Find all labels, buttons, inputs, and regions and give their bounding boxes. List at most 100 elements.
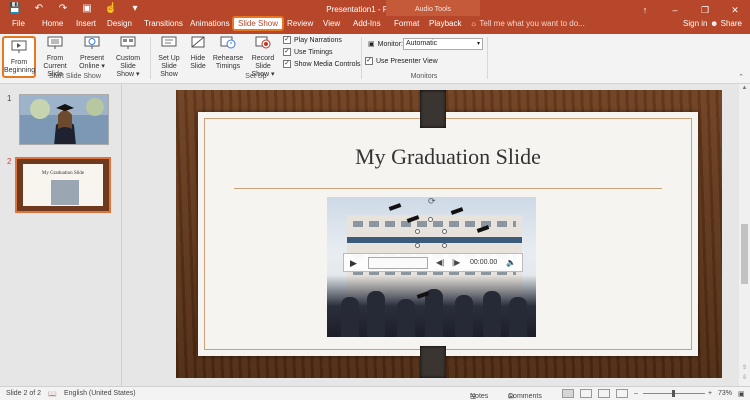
monitor-dropdown[interactable]: Automatic ▾ [403, 38, 483, 50]
present-online-button[interactable]: Present Online ▾ [76, 36, 108, 71]
tell-me-box[interactable]: ☼ Tell me what you want to do... [470, 19, 585, 28]
zoom-level[interactable]: 73% [718, 390, 732, 397]
rotate-handle-icon[interactable]: ⟳ [428, 197, 436, 207]
share-button[interactable]: ☻ Share [710, 19, 742, 28]
slide-sorter-view-button[interactable] [580, 389, 592, 398]
tab-animations[interactable]: Animations [190, 19, 230, 28]
hide-slide-icon [191, 36, 205, 48]
paper-clip-top [420, 90, 446, 128]
tab-view[interactable]: View [323, 19, 340, 28]
graduate-figure [397, 299, 415, 337]
thumbnail-photo [51, 180, 79, 205]
tab-format[interactable]: Format [394, 19, 419, 28]
ribbon: From Beginning From Current Slide Presen… [0, 34, 750, 84]
graduate-figure [341, 297, 359, 337]
graduate-figure [509, 297, 527, 337]
tab-review[interactable]: Review [287, 19, 313, 28]
slide-count: Slide 2 of 2 [6, 390, 42, 397]
present-online-icon [84, 36, 100, 49]
user-icon: ☻ [710, 19, 721, 28]
ribbon-tabs: File Home Insert Design Transitions Anim… [0, 16, 750, 34]
rehearse-timings-button[interactable]: Rehearse Timings [212, 36, 244, 71]
resize-handle[interactable] [442, 229, 447, 234]
hide-slide-button[interactable]: Hide Slide [187, 36, 209, 71]
graduate-figure [483, 291, 501, 337]
graduation-photo[interactable]: ⟳ ▶ ◀| |▶ 00:00.00 🔈 [327, 197, 536, 337]
resize-handle[interactable] [442, 243, 447, 248]
resize-handle[interactable] [415, 229, 420, 234]
tab-transitions[interactable]: Transitions [144, 19, 183, 28]
collapse-ribbon-icon[interactable]: ⌃ [738, 73, 744, 81]
status-bar: Slide 2 of 2 📖 English (United States) ☰… [0, 386, 750, 400]
title-divider [234, 188, 662, 189]
thumbnail-title: My Graduation Slide [41, 171, 85, 176]
group-label-set-up: Set Up [245, 73, 267, 80]
group-label-start-slide-show: Start Slide Show [49, 73, 101, 80]
slide-thumbnail-2[interactable]: My Graduation Slide [15, 157, 111, 213]
graduate-figure [455, 295, 473, 337]
tab-slide-show[interactable]: Slide Show [232, 16, 285, 31]
lightbulb-icon: ☼ [470, 19, 480, 28]
zoom-slider-thumb[interactable] [672, 390, 675, 397]
reading-view-button[interactable] [598, 389, 610, 398]
paper-clip-bottom [420, 346, 446, 378]
tab-add-ins[interactable]: Add-Ins [353, 19, 381, 28]
use-presenter-view-checkbox[interactable]: ✓ Use Presenter View [365, 57, 438, 65]
graduate-photo-thumbnail [20, 95, 108, 144]
fit-slide-icon[interactable]: ▣ [738, 390, 745, 398]
language-indicator[interactable]: English (United States) [64, 390, 136, 397]
resize-handle[interactable] [415, 243, 420, 248]
slide-title[interactable]: My Graduation Slide [198, 144, 698, 170]
use-timings-checkbox[interactable]: ✓ Use Timings [283, 48, 333, 56]
zoom-out-icon[interactable]: – [634, 390, 638, 397]
audio-progress-bar[interactable] [368, 257, 428, 269]
from-beginning-button[interactable]: From Beginning [2, 36, 36, 78]
volume-icon[interactable]: 🔈 [506, 258, 516, 267]
audio-time: 00:00.00 [470, 259, 498, 266]
thumbnail-paper: My Graduation Slide [23, 164, 103, 206]
zoom-in-icon[interactable]: + [708, 390, 712, 397]
thumbnail-number: 1 [7, 94, 12, 103]
chevron-down-icon: ▾ [476, 41, 480, 47]
tab-insert[interactable]: Insert [76, 19, 96, 28]
scrollbar-thumb[interactable] [741, 224, 748, 284]
building-windows [353, 221, 516, 227]
checkbox-checked-icon: ✓ [283, 36, 291, 44]
skip-forward-icon[interactable]: |▶ [452, 258, 460, 267]
slide-thumbnail-pane: 1 2 My Graduation Slide [0, 84, 122, 386]
tab-file[interactable]: File [12, 19, 25, 28]
slide-thumbnail-1[interactable] [19, 94, 109, 145]
group-label-monitors: Monitors [410, 73, 438, 80]
graduate-figure [425, 289, 443, 337]
spellcheck-icon[interactable]: 📖 [48, 390, 57, 398]
tab-home[interactable]: Home [42, 19, 63, 28]
resize-handle[interactable] [428, 217, 433, 222]
prev-slide-icon[interactable]: ⇧ [739, 364, 750, 371]
monitor-icon: ▣ [368, 41, 375, 48]
sign-in-link[interactable]: Sign in [683, 19, 707, 28]
checkbox-checked-icon: ✓ [283, 60, 291, 68]
record-icon [255, 36, 271, 49]
play-narrations-checkbox[interactable]: ✓ Play Narrations [283, 36, 342, 44]
slideshow-play-icon [11, 40, 27, 53]
tab-playback[interactable]: Playback [429, 19, 461, 28]
monitor-label: ▣ Monitor: [368, 40, 403, 49]
graduate-figure [367, 291, 385, 337]
slideshow-current-icon [47, 36, 63, 49]
skip-back-icon[interactable]: ◀| [436, 258, 444, 267]
slide-paper: My Graduation Slide ⟳ ▶ ◀| |▶ 00:00.00 🔈 [198, 112, 698, 356]
stopwatch-icon [220, 36, 236, 49]
tab-design[interactable]: Design [107, 19, 132, 28]
custom-show-icon [120, 36, 136, 49]
current-slide[interactable]: My Graduation Slide ⟳ ▶ ◀| |▶ 00:00.00 🔈 [176, 90, 722, 378]
vertical-scrollbar[interactable]: ▲ ⇧ ⇩ [739, 84, 750, 386]
play-icon[interactable]: ▶ [350, 258, 357, 269]
audio-player-controls: ▶ ◀| |▶ 00:00.00 🔈 [343, 253, 523, 272]
checkbox-checked-icon: ✓ [365, 57, 373, 65]
next-slide-icon[interactable]: ⇩ [739, 374, 750, 381]
normal-view-button[interactable] [562, 389, 574, 398]
show-media-controls-checkbox[interactable]: ✓ Show Media Controls [283, 60, 361, 68]
checkbox-checked-icon: ✓ [283, 48, 291, 56]
slide-show-view-button[interactable] [616, 389, 628, 398]
scroll-up-icon[interactable]: ▲ [739, 85, 750, 91]
